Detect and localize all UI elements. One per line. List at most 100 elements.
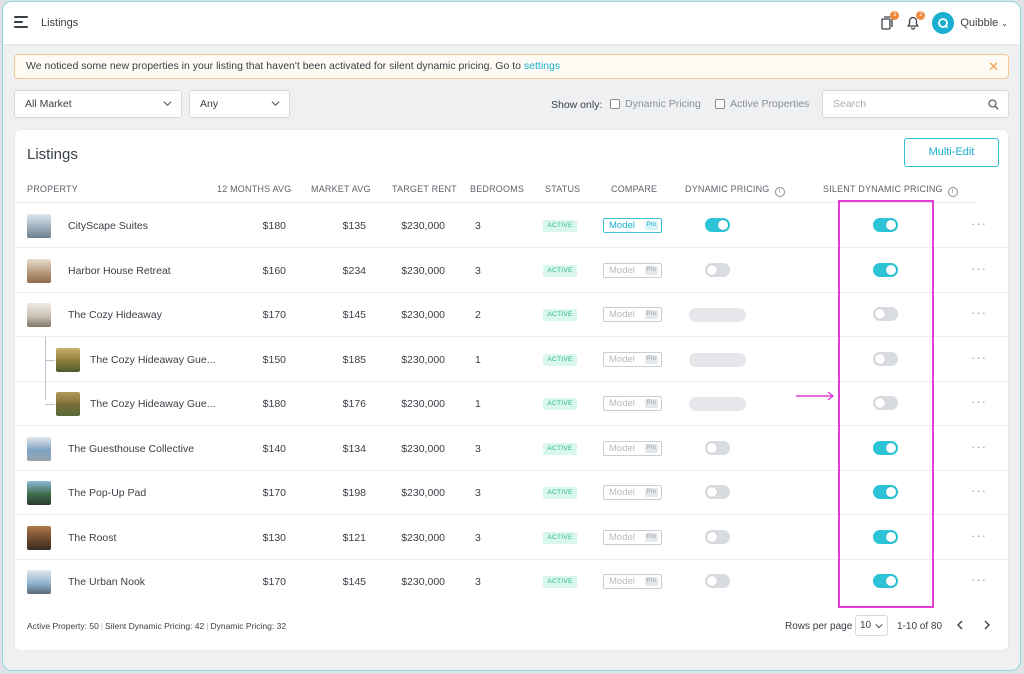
multi-edit-button[interactable]: Multi-Edit <box>904 138 999 167</box>
property-thumbnail[interactable] <box>27 481 51 505</box>
col-dynamic-pricing[interactable]: DYNAMIC PRICING i <box>685 184 785 197</box>
row-more-icon[interactable]: ··· <box>971 261 987 276</box>
silent-dynamic-pricing-toggle[interactable] <box>873 485 898 499</box>
compare-model-button[interactable]: Model Pro <box>603 440 662 456</box>
col-market-avg[interactable]: MARKET AVG <box>311 184 371 194</box>
property-name[interactable]: CityScape Suites <box>68 220 148 232</box>
row-more-icon[interactable]: ··· <box>971 350 987 365</box>
rows-per-page-value: 10 <box>860 620 872 631</box>
compare-model-button[interactable]: Model Pro <box>603 396 662 411</box>
property-thumbnail[interactable] <box>27 303 51 327</box>
child-listing-row[interactable]: The Cozy Hideaway Gue... $150 $185 $230,000… <box>15 338 1010 382</box>
property-thumbnail[interactable] <box>27 436 51 461</box>
row-more-icon[interactable]: ··· <box>971 439 987 454</box>
rows-per-page-select[interactable]: 10 <box>855 615 888 636</box>
dynamic-pricing-toggle[interactable] <box>705 574 730 588</box>
menu-icon[interactable] <box>14 16 28 28</box>
col-compare[interactable]: COMPARE <box>611 184 657 194</box>
property-name[interactable]: The Cozy Hideaway Gue... <box>90 354 215 366</box>
info-icon[interactable]: i <box>947 187 958 197</box>
listing-row[interactable]: The Urban Nook $170 $145 $230,000 3 ACTIVE Mod… <box>15 560 1010 604</box>
property-thumbnail[interactable] <box>27 570 51 594</box>
compare-model-button[interactable]: Model Pro <box>603 218 662 233</box>
silent-dynamic-pricing-toggle[interactable] <box>873 440 898 455</box>
search-input[interactable]: Search <box>822 90 1009 118</box>
row-more-icon[interactable]: ··· <box>971 483 987 498</box>
silent-dynamic-pricing-toggle[interactable] <box>873 307 898 321</box>
compare-model-button[interactable]: Model Pro <box>603 307 662 322</box>
avatar[interactable] <box>932 12 955 34</box>
property-thumbnail[interactable] <box>27 525 51 550</box>
info-icon[interactable]: i <box>774 187 785 197</box>
silent-dynamic-pricing-toggle[interactable] <box>873 262 898 277</box>
property-name[interactable]: The Urban Nook <box>68 576 145 588</box>
silent-dynamic-pricing-toggle[interactable] <box>873 529 898 544</box>
bell-icon[interactable]: 2 <box>904 11 926 32</box>
listing-row[interactable]: The Guesthouse Collective $140 $134 $230,00… <box>15 427 1010 471</box>
property-thumbnail[interactable] <box>56 392 80 416</box>
property-name[interactable]: The Guesthouse Collective <box>68 443 194 455</box>
row-more-icon[interactable]: ··· <box>971 528 987 543</box>
compare-model-button[interactable]: Model Pro <box>603 262 662 278</box>
settings-link[interactable]: settings <box>524 60 560 72</box>
any-select[interactable]: Any <box>189 90 290 118</box>
footer-stats: Active Property: 50 | Silent Dynamic Prici… <box>27 621 286 631</box>
property-thumbnail[interactable] <box>56 347 80 372</box>
pro-badge: Pro <box>644 221 658 230</box>
listing-row[interactable]: The Pop-Up Pad $170 $198 $230,000 3 ACTIVE Mod… <box>15 471 1010 515</box>
property-name[interactable]: The Cozy Hideaway <box>68 309 162 321</box>
compare-model-button[interactable]: Model Pro <box>603 529 662 545</box>
property-name[interactable]: The Cozy Hideaway Gue... <box>90 398 215 410</box>
dynamic-pricing-checkbox[interactable] <box>610 99 620 109</box>
row-more-icon[interactable]: ··· <box>971 572 987 587</box>
dynamic-pricing-toggle[interactable] <box>705 262 730 277</box>
dynamic-pricing-toggle[interactable] <box>705 529 730 544</box>
toggle-knob <box>886 531 896 542</box>
target-rent-value: $230,000 <box>401 220 445 232</box>
user-name[interactable]: Quibble <box>960 17 998 29</box>
listing-row[interactable]: The Cozy Hideaway $170 $145 $230,000 2 ACTIVE… <box>15 293 1010 337</box>
compare-model-button[interactable]: Model Pro <box>603 574 662 589</box>
col-12-months-avg[interactable]: 12 MONTHS AVG <box>217 184 291 194</box>
next-page-icon[interactable] <box>981 619 993 631</box>
col-property[interactable]: PROPERTY <box>27 184 78 194</box>
toggle-knob <box>718 220 728 230</box>
row-more-icon[interactable]: ··· <box>971 216 987 231</box>
prev-page-icon[interactable] <box>954 619 966 631</box>
chevron-down-icon[interactable]: ⌄ <box>1001 19 1008 28</box>
listing-row[interactable]: CityScape Suites $180 $135 $230,000 3 ACTIVE M… <box>15 204 1010 248</box>
dynamic-pricing-filter[interactable]: Dynamic Pricing <box>610 98 701 110</box>
silent-dynamic-pricing-toggle[interactable] <box>873 396 898 410</box>
search-icon[interactable] <box>988 99 999 110</box>
active-properties-filter-label: Active Properties <box>730 98 810 110</box>
active-property-count: Active Property: 50 <box>27 621 99 631</box>
property-name[interactable]: Harbor House Retreat <box>68 265 171 277</box>
silent-dynamic-pricing-toggle[interactable] <box>873 351 898 366</box>
row-more-icon[interactable]: ··· <box>971 394 987 409</box>
property-name[interactable]: The Pop-Up Pad <box>68 487 146 499</box>
compare-model-button[interactable]: Model Pro <box>603 351 662 367</box>
listing-row[interactable]: Harbor House Retreat $160 $234 $230,000 3 ACT… <box>15 249 1010 293</box>
col-bedrooms[interactable]: BEDROOMS <box>470 184 524 194</box>
close-icon[interactable]: ✕ <box>988 55 999 78</box>
active-properties-checkbox[interactable] <box>715 99 725 109</box>
dynamic-pricing-toggle[interactable] <box>705 218 730 232</box>
col-status[interactable]: STATUS <box>545 184 580 194</box>
active-properties-filter[interactable]: Active Properties <box>715 98 809 110</box>
market-select[interactable]: All Market <box>14 90 182 118</box>
property-thumbnail[interactable] <box>27 214 51 238</box>
dynamic-pricing-toggle[interactable] <box>705 440 730 455</box>
property-name[interactable]: The Roost <box>68 532 116 544</box>
compare-model-button[interactable]: Model Pro <box>603 485 662 500</box>
listing-row[interactable]: The Roost $130 $121 $230,000 3 ACTIVE Model Pro… <box>15 516 1010 560</box>
documents-icon[interactable]: 1 <box>878 11 900 32</box>
property-thumbnail[interactable] <box>27 258 51 283</box>
col-silent-dynamic-pricing[interactable]: SILENT DYNAMIC PRICING i <box>823 184 958 197</box>
silent-dynamic-pricing-toggle[interactable] <box>873 218 898 232</box>
dynamic-pricing-toggle[interactable] <box>705 485 730 499</box>
dynamic-pricing-filter-label: Dynamic Pricing <box>625 98 701 110</box>
col-target-rent[interactable]: TARGET RENT <box>392 184 457 194</box>
row-more-icon[interactable]: ··· <box>971 305 987 320</box>
child-listing-row[interactable]: The Cozy Hideaway Gue... $180 $176 $230,000… <box>15 382 1010 426</box>
silent-dynamic-pricing-toggle[interactable] <box>873 574 898 588</box>
